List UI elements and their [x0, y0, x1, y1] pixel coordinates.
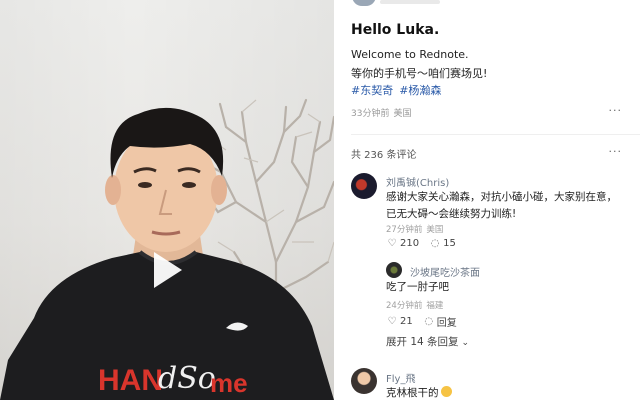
reply-icon[interactable]: ◌	[429, 238, 441, 249]
like-count: 21	[400, 316, 413, 327]
author-avatar[interactable]	[352, 0, 376, 6]
more-options-icon[interactable]: ···	[609, 145, 623, 158]
post-panel: Hello Luka. Welcome to Rednote. 等你的手机号～咱…	[334, 0, 640, 400]
shirt-tail: me	[210, 368, 248, 398]
comment-text: 感谢大家关心瀚森，对抗小磕小碰，大家别在意，已无大碍～会继续努力训练!	[386, 191, 617, 220]
shirt-script: dSo	[158, 361, 216, 396]
comment-text-content: 克林根干的	[386, 387, 439, 399]
avatar[interactable]	[386, 262, 402, 278]
comment-author[interactable]: 刘禹铖(Chris)	[386, 174, 449, 189]
author-name-placeholder	[380, 0, 440, 4]
post-tags: #东契奇 #杨瀚森	[351, 82, 447, 98]
reply-time: 24分钟前	[386, 301, 423, 311]
post-text-line-2: 等你的手机号～咱们赛场见!	[351, 67, 488, 80]
emoji-icon	[440, 386, 452, 397]
tag-link[interactable]: #东契奇	[351, 84, 393, 97]
avatar[interactable]	[351, 368, 377, 394]
comment-count: 共 236 条评论	[351, 150, 417, 161]
like-count: 210	[400, 238, 420, 249]
comment-actions: ♡ 210 ◌ 15	[386, 238, 466, 249]
reply-icon[interactable]: ◌	[423, 316, 435, 327]
shirt-text: HAN	[98, 364, 163, 397]
comment-text: 克林根干的	[386, 385, 452, 400]
expand-label: 展开 14 条回复	[386, 336, 459, 348]
comment-author[interactable]: Fly_飛	[386, 370, 415, 385]
more-options-icon[interactable]: ···	[609, 104, 623, 117]
heart-icon[interactable]: ♡	[386, 238, 398, 249]
expand-replies-button[interactable]: 展开 14 条回复 ⌄	[386, 334, 469, 349]
comment-location: 美国	[426, 225, 444, 235]
comment-meta: 27分钟前 美国	[386, 223, 447, 235]
avatar[interactable]	[351, 173, 377, 199]
reply-button[interactable]: 回复	[437, 314, 457, 329]
reply-count: 15	[443, 238, 456, 249]
reply-location: 福建	[426, 301, 444, 311]
reply-text: 吃了一肘子吧	[386, 281, 449, 293]
post-title: Hello Luka.	[351, 22, 440, 38]
comment-time: 27分钟前	[386, 225, 423, 235]
reply-actions: ♡ 21 ◌ 回复	[386, 314, 467, 329]
post-time: 33分钟前	[351, 109, 390, 119]
play-icon[interactable]	[142, 246, 190, 294]
video-player[interactable]: HAN dSo me	[0, 0, 334, 400]
heart-icon[interactable]: ♡	[386, 316, 398, 327]
reply-meta: 24分钟前 福建	[386, 299, 447, 311]
tag-link[interactable]: #杨瀚森	[399, 84, 441, 97]
post-text-line-1: Welcome to Rednote.	[351, 48, 469, 61]
person-figure: HAN dSo me	[0, 107, 334, 400]
divider	[351, 134, 640, 135]
reply-author[interactable]: 沙坡尾吃沙茶面	[410, 264, 480, 279]
post-location: 美国	[393, 109, 412, 119]
post-meta: 33分钟前 美国	[351, 106, 415, 119]
chevron-down-icon: ⌄	[461, 338, 470, 348]
